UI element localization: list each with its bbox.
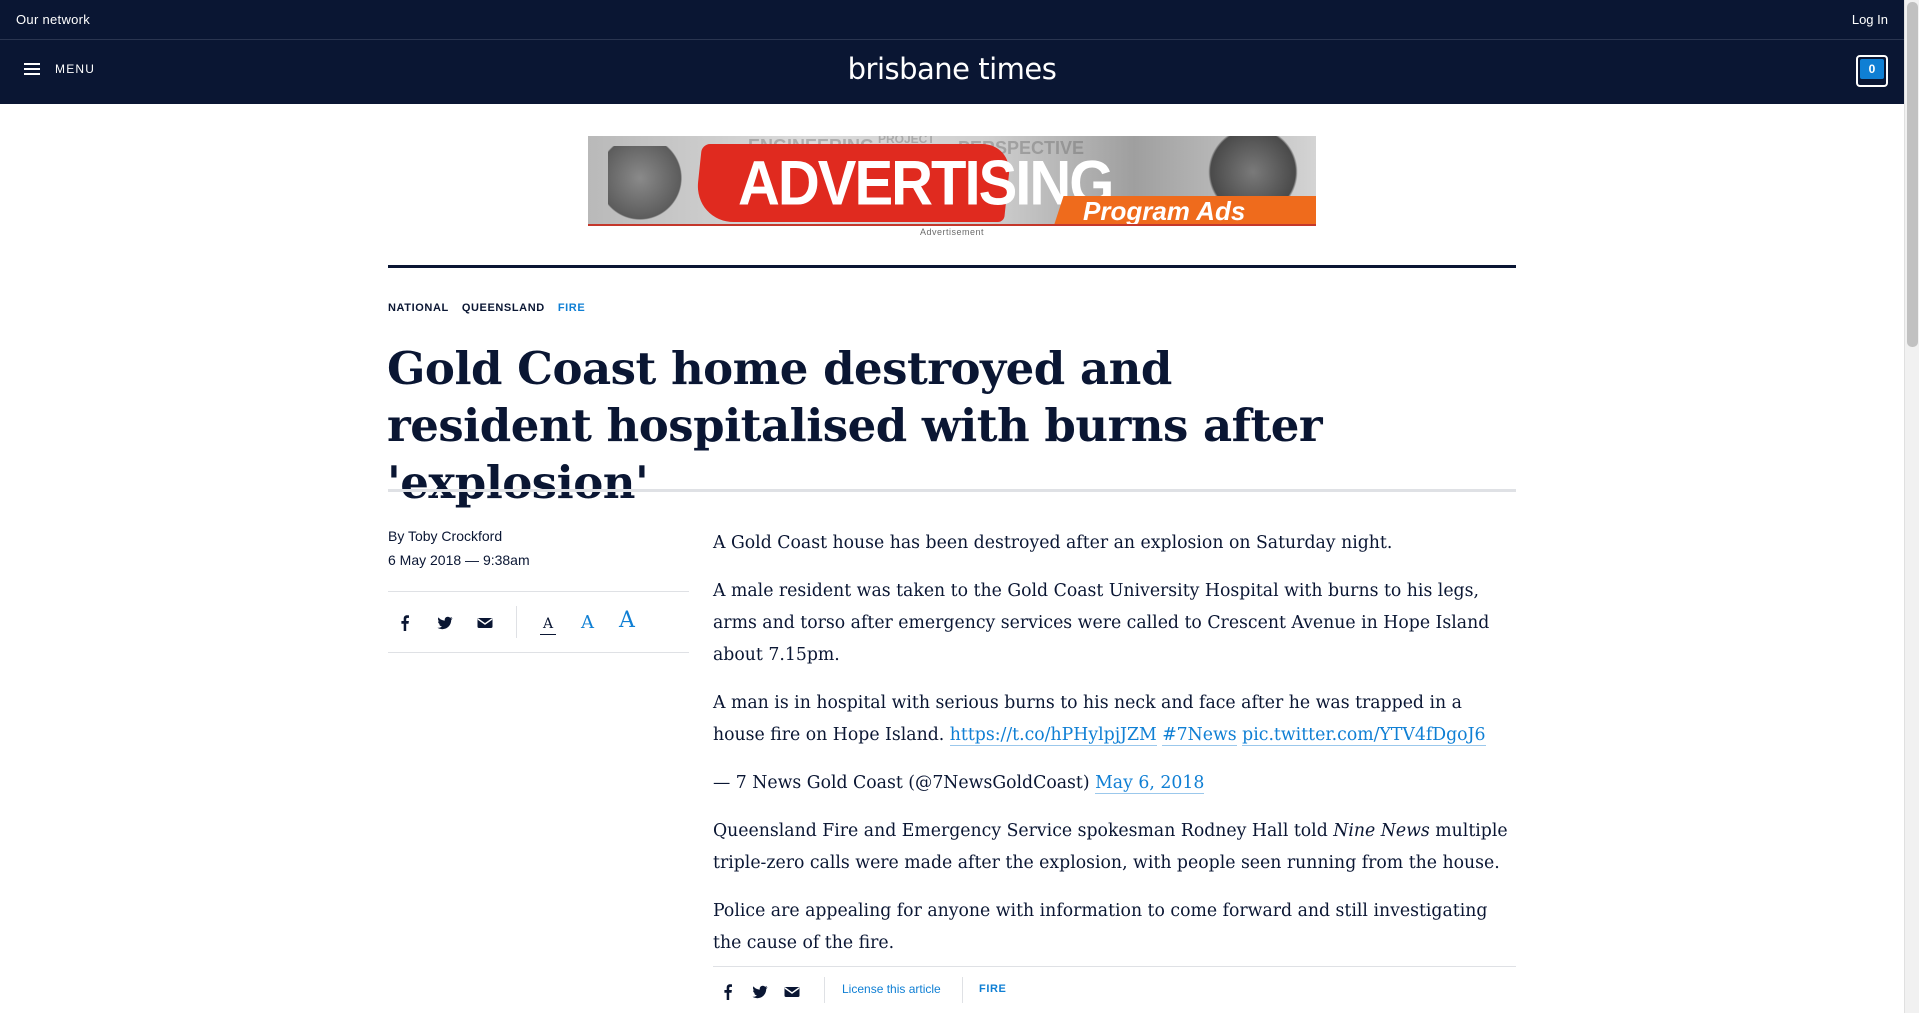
cart-button[interactable]: 0 <box>1856 55 1888 87</box>
font-size-large-button[interactable]: A <box>619 608 635 633</box>
author-name[interactable]: By Toby Crockford <box>388 528 530 544</box>
our-network-link[interactable]: Our network <box>16 12 90 27</box>
advertisement-label: Advertisement <box>919 227 985 237</box>
email-icon[interactable] <box>476 614 494 632</box>
ad-photo-left <box>608 146 688 224</box>
topic-tag-fire[interactable]: FIRE <box>979 983 1006 995</box>
byline: By Toby Crockford 6 May 2018 — 9:38am <box>388 528 530 568</box>
paragraph-4-start: Queensland Fire and Emergency Service sp… <box>713 821 1334 841</box>
footer-divider <box>962 977 963 1003</box>
twitter-icon[interactable] <box>751 983 769 1001</box>
ad-main-text: ADVERTISING <box>738 148 1114 219</box>
ad-sub-text: Program Ads <box>1083 196 1246 226</box>
tweet-pic-link[interactable]: pic.twitter.com/YTV4fDgoJ6 <box>1242 725 1486 746</box>
footer-divider <box>824 977 825 1003</box>
breadcrumb: NATIONAL QUEENSLAND FIRE <box>388 302 598 314</box>
advertisement-banner[interactable]: ENGINEERING PROJECT PERSPECTIVE CONCEPT … <box>588 136 1316 226</box>
scrollbar-thumb[interactable] <box>1907 2 1918 347</box>
facebook-icon[interactable] <box>719 983 737 1001</box>
breadcrumb-fire[interactable]: FIRE <box>558 302 585 314</box>
tweet-date-link[interactable]: May 6, 2018 <box>1095 773 1205 794</box>
paragraph-2: A male resident was taken to the Gold Co… <box>713 581 1490 665</box>
breadcrumb-queensland[interactable]: QUEENSLAND <box>462 302 545 314</box>
site-logo[interactable]: brisbane times <box>0 52 1904 86</box>
email-icon[interactable] <box>783 983 801 1001</box>
font-size-small-button[interactable]: A <box>540 616 557 635</box>
share-toolbar: A A A <box>388 591 689 653</box>
paragraph-1: A Gold Coast house has been destroyed af… <box>713 533 1393 553</box>
tweet-author: — 7 News Gold Coast (@7NewsGoldCoast) <box>713 773 1096 793</box>
tweet-hashtag-link[interactable]: #7News <box>1162 725 1237 746</box>
twitter-icon[interactable] <box>436 614 454 632</box>
header-rule <box>388 265 1516 268</box>
font-size-medium-button[interactable]: A <box>581 612 594 633</box>
embedded-tweet: A man is in hospital with serious burns … <box>713 687 1516 751</box>
footer-share-bar: License this article FIRE <box>713 966 1516 1013</box>
tweet-attribution: — 7 News Gold Coast (@7NewsGoldCoast) Ma… <box>713 767 1516 799</box>
paragraph-4: Queensland Fire and Emergency Service sp… <box>713 815 1516 879</box>
breadcrumb-national[interactable]: NATIONAL <box>388 302 449 314</box>
facebook-icon[interactable] <box>396 614 414 632</box>
headline-rule <box>388 489 1516 492</box>
scrollbar[interactable] <box>1904 0 1919 1013</box>
tweet-link-url[interactable]: https://t.co/hPHylpjJZM <box>949 725 1157 746</box>
license-article-link[interactable]: License this article <box>842 982 941 996</box>
share-divider <box>516 606 517 638</box>
publish-date: 6 May 2018 — 9:38am <box>388 552 530 568</box>
article-headline: Gold Coast home destroyed and resident h… <box>387 342 1323 509</box>
cart-count-badge: 0 <box>1860 59 1884 79</box>
article-body: A Gold Coast house has been destroyed af… <box>713 527 1516 975</box>
masthead: MENU brisbane times 0 <box>0 40 1904 104</box>
network-bar: Our network Log In <box>0 0 1904 40</box>
paragraph-5: Police are appealing for anyone with inf… <box>713 901 1488 953</box>
log-in-link[interactable]: Log In <box>1852 12 1888 27</box>
nine-news-emphasis: Nine News <box>1333 821 1430 841</box>
